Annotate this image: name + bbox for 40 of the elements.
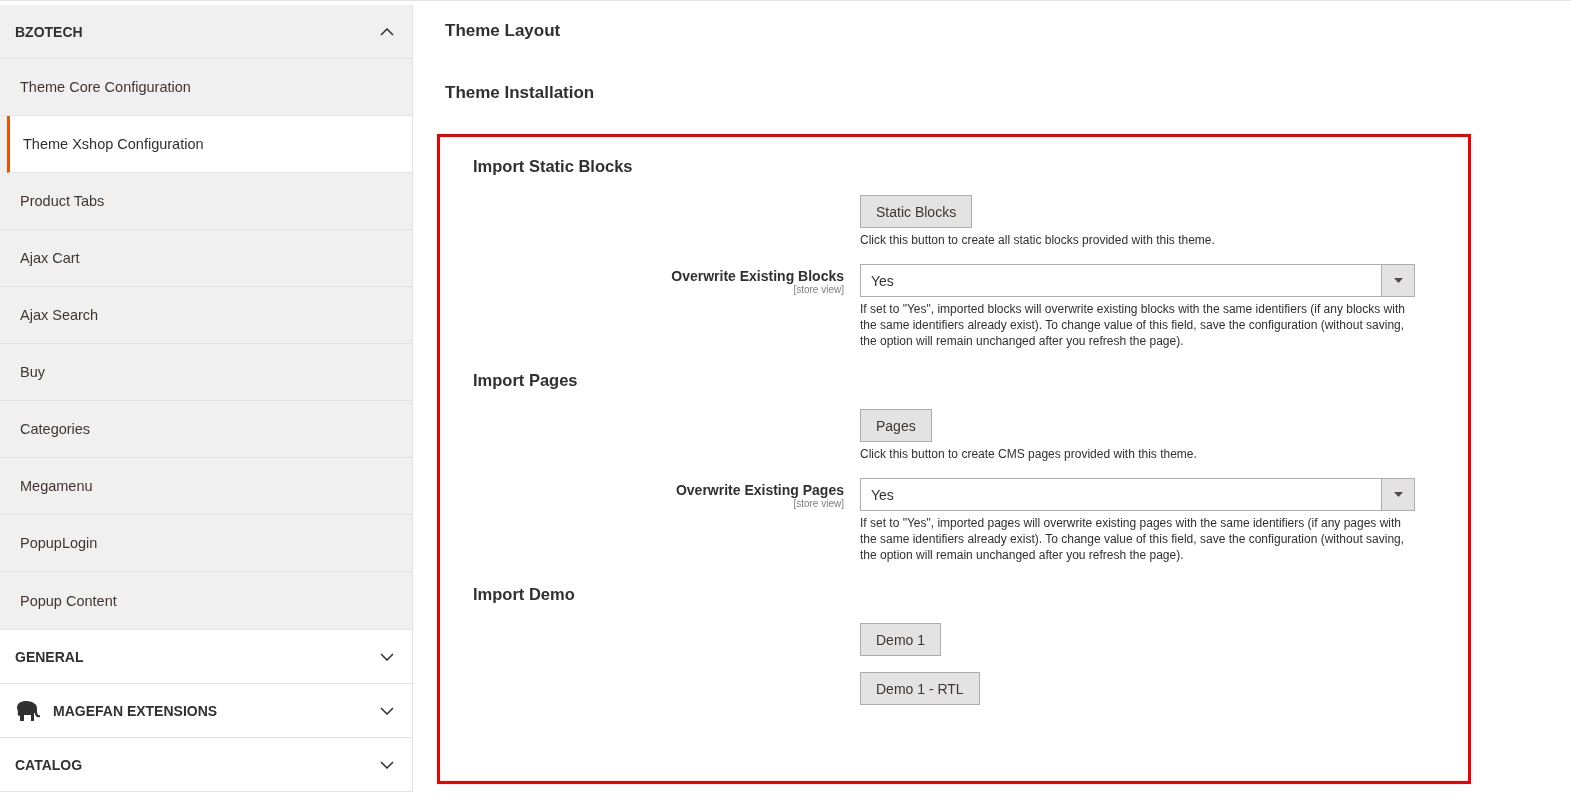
scope-label: [store view] [793, 284, 844, 295]
field-note: Click this button to create CMS pages provided with this theme. [860, 446, 1197, 462]
select-field[interactable]: Yes [860, 478, 1415, 511]
sidebar-item[interactable]: Categories [0, 401, 412, 458]
sidebar-item[interactable]: PopupLogin [0, 515, 412, 572]
group-title: Import Pages [473, 369, 579, 391]
sidebar-item[interactable]: Product Tabs [0, 173, 412, 230]
import-button[interactable]: Demo 1 - RTL [860, 672, 980, 705]
select-field[interactable]: Yes [860, 264, 1415, 297]
section-title: CATALOG [15, 756, 83, 773]
field-note: If set to "Yes", imported blocks will overwrite existing blocks with the same identifiers (if any blocks with the same identifiers already exist). To change value of this field, save the configuration (without saving, the option will remain unchanged after you refresh the page). [860, 301, 1406, 349]
sidebar-item[interactable]: Ajax Search [0, 287, 412, 344]
expand-icon [380, 652, 394, 661]
sidebar-item[interactable]: Buy [0, 344, 412, 401]
field-note: If set to "Yes", imported pages will overwrite existing pages with the same identifiers (if any pages with the same identifiers already exist). To change value of this field, save the configuration (without saving, the option will remain unchanged after you refresh the page). [860, 515, 1406, 563]
import-button[interactable]: Demo 1 [860, 623, 942, 656]
group-title: Import Static Blocks [473, 155, 634, 177]
field-label: Overwrite Existing Pages [675, 482, 844, 498]
section-title: BZOTECH [15, 23, 83, 40]
collapse-icon [380, 27, 394, 36]
sidebar-item[interactable]: Ajax Cart [0, 230, 412, 287]
section-heading[interactable]: Theme Installation [437, 62, 1571, 124]
expand-icon [380, 760, 394, 769]
sidebar-item[interactable]: Theme Xshop Configuration [7, 116, 412, 173]
field-label: Overwrite Existing Blocks [671, 268, 844, 284]
import-button[interactable]: Pages [860, 409, 932, 442]
expand-icon [380, 706, 394, 715]
sidebar-item[interactable]: Megamenu [0, 458, 412, 515]
section-title: GENERAL [15, 648, 84, 665]
field-note: Click this button to create all static blocks provided with this theme. [860, 232, 1215, 248]
section-heading[interactable]: Theme Layout [437, 0, 1571, 62]
section-header[interactable]: BZOTECH [0, 5, 412, 59]
sidebar-item[interactable]: Popup Content [0, 572, 412, 629]
scope-label: [store view] [793, 498, 844, 509]
elephant-icon [15, 699, 41, 722]
import-button[interactable]: Static Blocks [860, 195, 973, 228]
group-title: Import Demo [473, 583, 576, 605]
dropdown-arrow-icon [1393, 492, 1403, 497]
section-title: MAGEFAN EXTENSIONS [53, 702, 218, 719]
dropdown-arrow-icon [1393, 278, 1403, 283]
